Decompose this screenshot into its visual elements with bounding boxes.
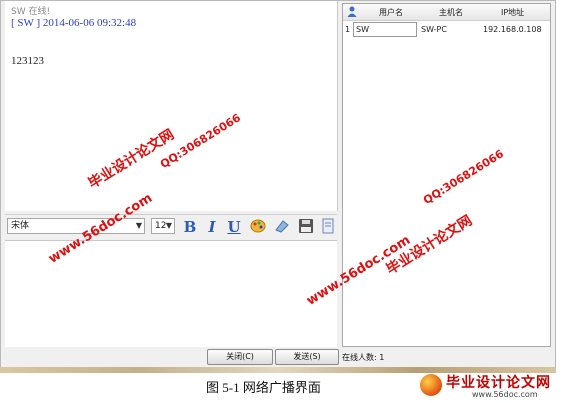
user-icon [347, 6, 357, 17]
message-history[interactable]: SW 在线! [ SW ] 2014-06-06 09:32:48 123123 [5, 1, 338, 211]
send-button[interactable]: 发送(S) [275, 349, 339, 365]
table-row[interactable]: 1 SW SW-PC 192.168.0.108 [343, 22, 550, 38]
font-family-value: 宋体 [11, 221, 30, 231]
column-header-user[interactable]: 用户名 [379, 7, 403, 18]
online-notice: SW 在线! [11, 7, 51, 17]
font-size-select[interactable]: 12 ▼ [151, 218, 175, 234]
online-count: 在线人数: 1 [342, 353, 385, 362]
underline-button[interactable]: U [225, 218, 243, 236]
chevron-down-icon: ▼ [165, 221, 172, 230]
user-list: 用户名 主机名 IP地址 1 SW SW-PC 192.168.0.108 [342, 3, 551, 347]
bottom-bar: 关闭(C) 发送(S) 在线人数: 1 [1, 347, 555, 367]
close-button[interactable]: 关闭(C) [207, 349, 273, 365]
italic-icon: I [208, 218, 216, 236]
row-index: 1 [345, 25, 351, 34]
logo-emblem-icon [420, 374, 442, 396]
user-list-header: 用户名 主机名 IP地址 [343, 4, 550, 21]
chevron-down-icon: ▼ [135, 221, 142, 230]
color-button[interactable] [249, 218, 267, 236]
bold-button[interactable]: B [181, 218, 199, 236]
history-button[interactable] [319, 218, 337, 236]
column-header-ip[interactable]: IP地址 [501, 7, 524, 18]
font-family-select[interactable]: 宋体 ▼ [7, 218, 145, 234]
left-pane: SW 在线! [ SW ] 2014-06-06 09:32:48 123123… [5, 1, 338, 347]
message-body: 123123 [11, 55, 44, 67]
row-ip: 192.168.0.108 [483, 25, 542, 34]
save-button[interactable] [297, 218, 315, 236]
column-header-host[interactable]: 主机名 [439, 7, 463, 18]
site-logo: 毕业设计论文网 www.56doc.com [420, 372, 566, 402]
italic-button[interactable]: I [203, 218, 221, 236]
underline-icon: U [227, 218, 241, 236]
logo-text: 毕业设计论文网 [446, 375, 551, 391]
format-toolbar: 宋体 ▼ 12 ▼ B I U [5, 214, 337, 239]
eraser-icon [275, 220, 289, 233]
figure-caption: 图 5-1 网络广播界面 [206, 380, 321, 395]
row-host: SW-PC [421, 25, 447, 34]
save-icon [299, 219, 313, 233]
document-icon [322, 218, 334, 234]
font-size-value: 12 [155, 221, 167, 231]
chat-window: SW 在线! [ SW ] 2014-06-06 09:32:48 123123… [0, 0, 556, 367]
bold-icon: B [183, 218, 197, 236]
message-input[interactable] [5, 240, 337, 347]
palette-icon [250, 219, 266, 233]
clear-button[interactable] [273, 218, 291, 236]
logo-url: www.56doc.com [472, 390, 538, 399]
message-header: [ SW ] 2014-06-06 09:32:48 [11, 17, 137, 29]
row-user: SW [353, 22, 417, 37]
